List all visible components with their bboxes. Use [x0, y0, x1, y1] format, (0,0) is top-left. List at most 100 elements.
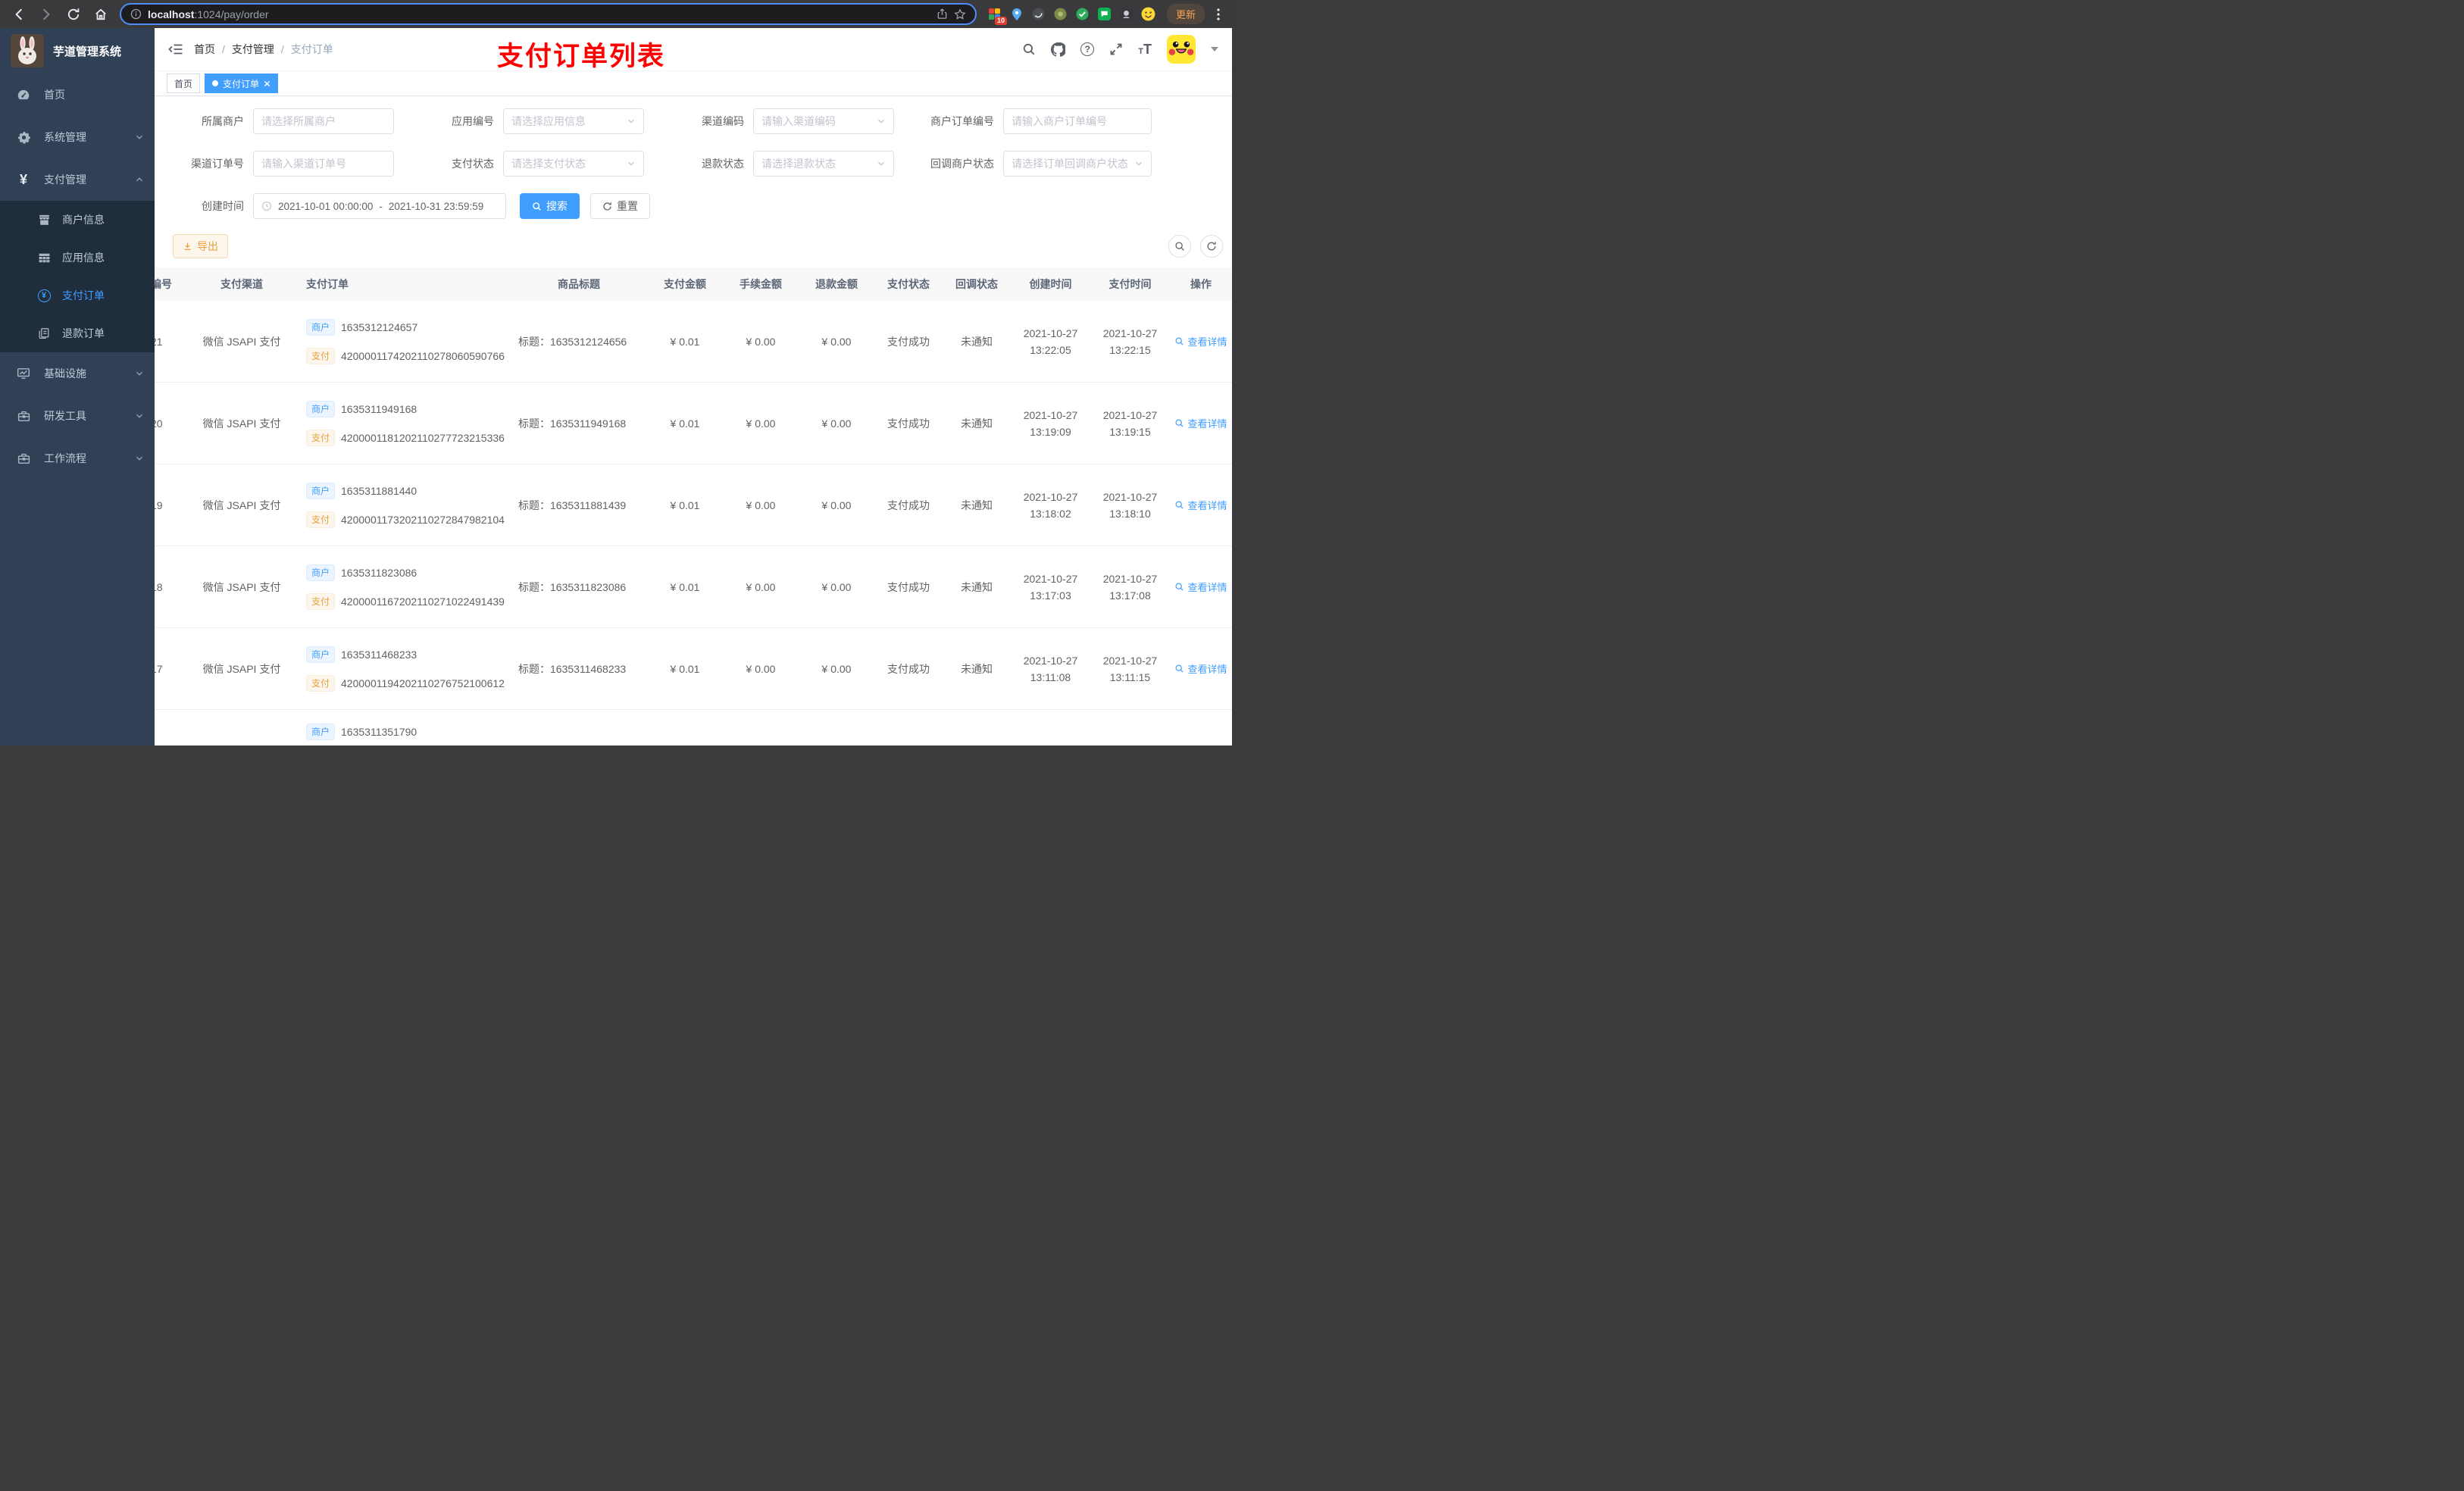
cell-fee: ¥ 0.00 [746, 662, 776, 675]
clock-icon [261, 201, 272, 211]
avatar-caret-icon[interactable] [1211, 47, 1218, 52]
sidebar-item-infrastructure[interactable]: 基础设施 [0, 352, 155, 395]
sidebar-item-workflow[interactable]: 工作流程 [0, 437, 155, 480]
table-search-toggle-icon[interactable] [1168, 235, 1191, 258]
cell-fee: ¥ 0.00 [746, 499, 776, 511]
sidebar-item-merchant-info[interactable]: 商户信息 [0, 201, 155, 239]
tab-home[interactable]: 首页 [167, 73, 201, 94]
sidebar-item-payment[interactable]: ¥ 支付管理 [0, 158, 155, 201]
view-detail-link[interactable]: 查看详情 [1170, 661, 1232, 676]
gear-icon [15, 131, 32, 144]
cell-refund: ¥ 0.00 [821, 662, 852, 675]
sidebar-item-refund-order[interactable]: 退款订单 [0, 314, 155, 352]
sidebar-item-dev-tools[interactable]: 研发工具 [0, 395, 155, 437]
chevron-down-icon [627, 117, 636, 126]
view-detail-link[interactable]: 查看详情 [1170, 498, 1232, 512]
cell-title: 标题：1635311949168 [518, 417, 627, 430]
date-end: 2021-10-31 23:59:59 [388, 200, 484, 212]
fullscreen-icon[interactable] [1109, 42, 1123, 56]
tab-pay-order[interactable]: 支付订单 [205, 73, 279, 94]
logo-image [11, 34, 44, 67]
help-icon[interactable]: ? [1080, 42, 1095, 57]
breadcrumb-section[interactable]: 支付管理 [232, 42, 274, 57]
bookmark-star-icon[interactable] [954, 8, 966, 20]
shop-icon [36, 214, 52, 227]
address-bar[interactable]: localhost:1024/pay/order [120, 3, 977, 25]
table-refresh-icon[interactable] [1200, 235, 1223, 258]
browser-reload-icon[interactable] [65, 6, 82, 23]
cell-channel: 微信 JSAPI 支付 [202, 662, 281, 675]
browser-home-icon[interactable] [92, 6, 109, 23]
pay-tag: 支付 [306, 347, 336, 364]
sidebar-fold-icon[interactable] [168, 42, 183, 57]
date-separator: - [379, 200, 383, 212]
browser-back-icon[interactable] [11, 6, 27, 23]
chevron-down-icon [135, 133, 144, 142]
sidebar-item-label: 应用信息 [62, 252, 105, 264]
create-time-range-picker[interactable]: 2021-10-01 00:00:00 - 2021-10-31 23:59:5… [253, 193, 506, 219]
pay-order-no: 4200001194202110276752100612 [341, 677, 505, 689]
site-info-icon[interactable] [130, 8, 142, 20]
cell-paid: 2021-10-27 13:22:15 [1102, 327, 1158, 356]
extension-chat-icon[interactable] [1097, 7, 1112, 22]
refund-status-filter-select[interactable]: 请选择退款状态 [753, 151, 894, 177]
annotation-title: 支付订单列表 [497, 42, 666, 71]
cell-id: 19 [155, 499, 163, 511]
app-logo: 芋道管理系统 [0, 28, 155, 73]
cell-notify: 未通知 [961, 580, 993, 593]
cell-amount: ¥ 0.01 [670, 499, 700, 511]
merchant-order-no-filter-input[interactable] [1003, 108, 1152, 134]
app-title: 芋道管理系统 [53, 45, 122, 58]
github-icon[interactable] [1051, 42, 1066, 57]
callback-status-filter-select[interactable]: 请选择订单回调商户状态 [1003, 151, 1152, 177]
extension-dark-circle-icon[interactable] [1031, 7, 1046, 22]
pay-status-filter-select[interactable]: 请选择支付状态 [503, 151, 644, 177]
sidebar-item-pay-order[interactable]: ¥ 支付订单 [0, 277, 155, 314]
channel-code-filter-select[interactable]: 请输入渠道编码 [753, 108, 894, 134]
cell-amount: ¥ 0.01 [670, 335, 700, 348]
profile-avatar-icon[interactable] [1141, 7, 1156, 22]
extension-puzzle-icon[interactable] [1119, 7, 1134, 22]
share-icon[interactable] [937, 8, 948, 20]
chevron-down-icon [627, 159, 636, 168]
extension-olive-circle-icon[interactable] [1053, 7, 1068, 22]
chevron-down-icon [135, 369, 144, 378]
merchant-filter-input[interactable] [253, 108, 394, 134]
reset-button[interactable]: 重置 [590, 193, 650, 219]
cell-amount: ¥ 0.01 [670, 580, 700, 593]
extension-pin-icon[interactable] [1009, 7, 1024, 22]
cell-created: 2021-10-27 13:18:02 [1023, 490, 1078, 520]
browser-menu-icon[interactable] [1212, 8, 1224, 20]
browser-window: localhost:1024/pay/order 10 更新 芋道管理系统 首… [0, 0, 1232, 746]
tag-view-bar: 首页 支付订单 [155, 71, 1232, 96]
cell-pay-order: 商户 1635311351790 [299, 724, 511, 740]
view-detail-link[interactable]: 查看详情 [1170, 334, 1232, 349]
pay-order-no: 4200001173202110272847982104 [341, 513, 505, 526]
user-avatar[interactable] [1167, 35, 1196, 64]
channel-order-no-filter-input[interactable] [253, 151, 394, 177]
breadcrumb-home[interactable]: 首页 [194, 42, 215, 57]
export-button[interactable]: 导出 [173, 234, 228, 258]
url-host: localhost [148, 8, 195, 20]
extension-check-icon[interactable] [1075, 7, 1090, 22]
sidebar-item-system[interactable]: 系统管理 [0, 116, 155, 158]
close-icon[interactable] [264, 80, 270, 87]
pay-order-no: 4200001174202110278060590766 [341, 349, 505, 362]
search-button[interactable]: 搜索 [520, 193, 580, 219]
view-detail-link[interactable]: 查看详情 [1170, 580, 1232, 594]
app-no-filter-select[interactable]: 请选择应用信息 [503, 108, 644, 134]
breadcrumb: 首页 / 支付管理 / 支付订单 [194, 42, 333, 57]
url-path: :1024/pay/order [194, 8, 269, 20]
extension-colorful-icon[interactable]: 10 [987, 7, 1007, 25]
sidebar-item-label: 支付订单 [62, 289, 105, 302]
search-icon[interactable] [1022, 42, 1036, 56]
sidebar-item-app-info[interactable]: 应用信息 [0, 239, 155, 277]
browser-update-button[interactable]: 更新 [1166, 4, 1205, 24]
cell-refund: ¥ 0.00 [821, 417, 852, 430]
font-size-icon[interactable]: TT [1138, 42, 1152, 58]
sidebar-menu: 首页 系统管理 ¥ 支付管理 商户信息 应用信息 ¥ 支付订单 退款订单 基础设… [0, 73, 155, 480]
sidebar-item-home[interactable]: 首页 [0, 73, 155, 116]
browser-forward-icon[interactable] [38, 6, 55, 23]
sidebar-item-label: 研发工具 [44, 410, 86, 422]
view-detail-link[interactable]: 查看详情 [1170, 416, 1232, 430]
